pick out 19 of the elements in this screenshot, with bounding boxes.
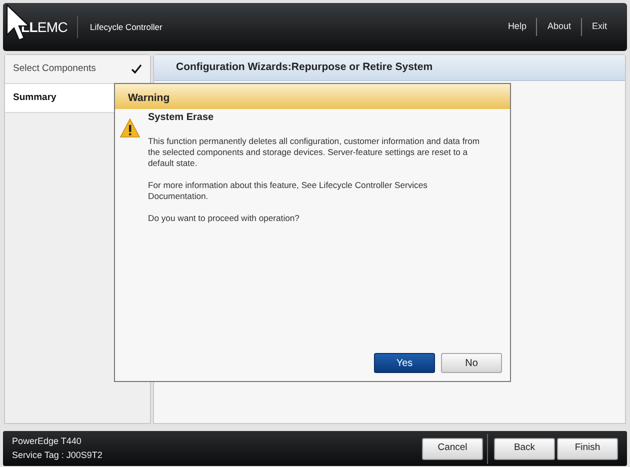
header-link[interactable]: Exit: [590, 20, 609, 34]
footer-button[interactable]: Back: [494, 438, 555, 460]
dialog-heading: System Erase: [148, 111, 215, 125]
warning-icon: [120, 118, 140, 138]
model-name: PowerEdge T440: [12, 435, 82, 448]
footer-button[interactable]: Cancel: [422, 438, 483, 460]
dialog-message: Do you want to proceed with operation?: [148, 213, 300, 224]
dialog-button[interactable]: Yes: [374, 353, 435, 373]
footer-button[interactable]: Finish: [557, 438, 618, 460]
header-link[interactable]: Help: [506, 20, 528, 34]
wizard-step[interactable]: Select Components: [5, 55, 150, 84]
header-link[interactable]: About: [545, 20, 573, 34]
dialog-button[interactable]: No: [441, 353, 502, 373]
dialog-message: This function permanently deletes all configuration, customer information and data from the selected components and storage devices. Server-feature settings are reset to a default state.: [148, 136, 481, 169]
checkmark-icon: [131, 64, 142, 74]
page-title: Configuration Wizards:Repurpose or Retire System: [176, 60, 433, 75]
service-tag: Service Tag : J00S9T2: [12, 449, 102, 462]
dialog-message: For more information about this feature, See Lifecycle Controller Services Documentation.: [148, 180, 428, 202]
product-name: Lifecycle Controller: [90, 20, 162, 34]
